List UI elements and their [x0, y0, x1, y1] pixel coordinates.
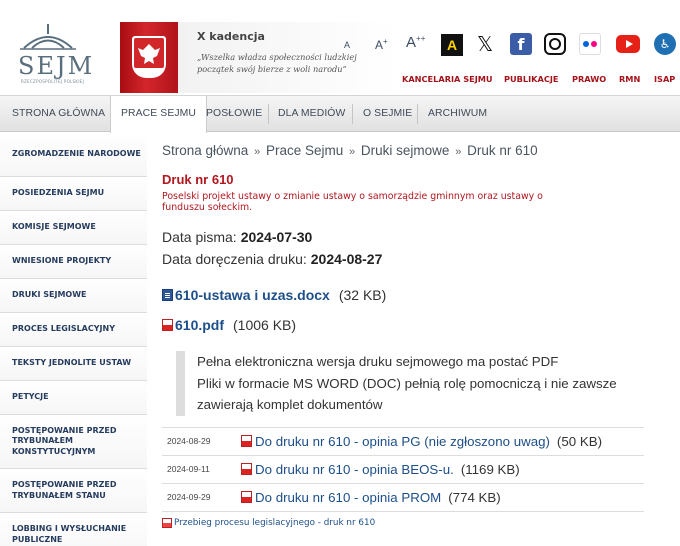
breadcrumb-separator: »	[455, 146, 462, 158]
top-link-kancelaria[interactable]: KANCELARIA SEJMU	[402, 74, 493, 84]
breadcrumb-druki-sejmowe[interactable]: Druki sejmowe	[361, 143, 450, 158]
font-size-large-button[interactable]: A+	[375, 37, 388, 52]
instagram-icon[interactable]	[544, 33, 566, 55]
sidebar-item-trybunal-konstytucyjny[interactable]: POSTĘPOWANIE PRZED TRYBUNAŁEM KONSTYTUCY…	[0, 415, 147, 469]
page-title: Druk nr 610	[162, 172, 234, 187]
sidebar-item-teksty-jednolite[interactable]: TEKSTY JEDNOLITE USTAW	[0, 347, 147, 381]
date-label: Data pisma:	[162, 229, 237, 245]
nav-poslowie[interactable]: POSŁOWIE	[206, 96, 262, 132]
top-link-isap[interactable]: ISAP	[654, 74, 675, 84]
sidebar-item-posiedzenia[interactable]: POSIEDZENIA SEJMU	[0, 177, 147, 211]
x-icon[interactable]: 𝕏	[474, 32, 496, 56]
accessibility-icon[interactable]: ♿	[654, 33, 676, 55]
flickr-icon[interactable]	[579, 33, 601, 55]
sidebar-item-zgromadzenie[interactable]: ZGROMADZENIE NARODOWE	[0, 133, 147, 177]
sidebar-item-petycje[interactable]: PETYCJE	[0, 381, 147, 415]
opinion-date: 2024-09-29	[167, 492, 211, 502]
delivery-label: Data doręczenia druku:	[162, 251, 307, 267]
youtube-icon[interactable]	[616, 35, 640, 53]
pdf-icon	[241, 463, 252, 475]
opinion-row: 2024-09-11 Do druku nr 610 - opinia BEOS…	[162, 456, 644, 484]
nav-prace-sejmu[interactable]: PRACE SEJMU	[110, 96, 208, 133]
process-link-label: Przebieg procesu legislacyjnego - druk n…	[174, 518, 376, 528]
logo-wordmark: SEJM	[18, 52, 95, 80]
sidebar: ZGROMADZENIE NARODOWE POSIEDZENIA SEJMU …	[0, 133, 147, 546]
opinion-date: 2024-08-29	[167, 436, 211, 446]
eagle-emblem-icon	[132, 36, 166, 78]
note-line: Pełna elektroniczna wersja druku sejmowe…	[197, 354, 559, 369]
breadcrumb-current: Druk nr 610	[467, 143, 538, 158]
opinion-link[interactable]: Do druku nr 610 - opinia PG (nie zgłoszo…	[255, 434, 602, 449]
font-size-normal-button[interactable]: A	[344, 40, 350, 50]
nav-strona-glowna[interactable]: STRONA GŁÓWNA	[12, 96, 105, 132]
breadcrumb: Strona główna » Prace Sejmu » Druki sejm…	[162, 143, 538, 158]
opinion-row: 2024-08-29 Do druku nr 610 - opinia PG (…	[162, 428, 644, 456]
opinion-size: (774 KB)	[448, 490, 501, 505]
nav-o-sejmie[interactable]: O SEJMIE	[363, 96, 412, 132]
pdf-icon	[162, 319, 173, 331]
top-link-prawo[interactable]: PRAWO	[572, 74, 606, 84]
pdf-icon	[241, 491, 252, 503]
format-note: Pełna elektroniczna wersja druku sejmowe…	[176, 351, 626, 416]
main-navigation: STRONA GŁÓWNA PRACE SEJMU POSŁOWIE DLA M…	[0, 95, 680, 133]
delivery-date: Data doręczenia druku: 2024-08-27	[162, 251, 382, 267]
nav-archiwum[interactable]: ARCHIWUM	[428, 96, 487, 132]
legislative-process-link[interactable]: Przebieg procesu legislacyjnego - druk n…	[162, 518, 375, 528]
date-value: 2024-07-30	[240, 229, 313, 245]
site-header: SEJM RZECZPOSPOLITEJ POLSKIEJ X kadencja…	[0, 0, 680, 93]
breadcrumb-separator: »	[254, 146, 261, 158]
sidebar-item-proces-legislacyjny[interactable]: PROCES LEGISLACYJNY	[0, 313, 147, 347]
sidebar-item-wniesione-projekty[interactable]: WNIESIONE PROJEKTY	[0, 245, 147, 279]
sidebar-item-komisje[interactable]: KOMISJE SEJMOWE	[0, 211, 147, 245]
breadcrumb-separator: »	[349, 146, 356, 158]
nav-separator	[268, 104, 269, 124]
term-label: X kadencja	[197, 30, 265, 43]
file-size: (32 KB)	[338, 287, 387, 303]
parliament-dome-icon	[20, 24, 76, 50]
file-item: 610.pdf (1006 KB)	[162, 317, 296, 333]
nav-separator	[417, 104, 418, 124]
sidebar-item-druki-sejmowe[interactable]: DRUKI SEJMOWE	[0, 279, 147, 313]
opinion-row: 2024-09-29 Do druku nr 610 - opinia PROM…	[162, 484, 644, 512]
polish-eagle-banner	[120, 22, 178, 93]
constitution-motto: „Wszelka władza społeczności ludzkiej po…	[197, 52, 357, 74]
file-pdf-link[interactable]: 610.pdf	[175, 317, 224, 333]
opinions-list: 2024-08-29 Do druku nr 610 - opinia PG (…	[162, 427, 644, 512]
nav-dla-mediow[interactable]: DLA MEDIÓW	[278, 96, 345, 132]
opinion-date: 2024-09-11	[167, 464, 210, 474]
note-line: Pliki w formacie MS WORD (DOC) pełnią ro…	[197, 375, 617, 413]
docx-icon	[162, 289, 173, 301]
font-size-xlarge-button[interactable]: A++	[406, 34, 425, 51]
breadcrumb-prace-sejmu[interactable]: Prace Sejmu	[266, 143, 343, 158]
breadcrumb-home[interactable]: Strona główna	[162, 143, 248, 158]
top-link-publikacje[interactable]: PUBLIKACJE	[504, 74, 558, 84]
delivery-value: 2024-08-27	[310, 251, 383, 267]
top-link-rmn[interactable]: RMN	[619, 74, 640, 84]
file-docx-link[interactable]: 610-ustawa i uzas.docx	[175, 287, 330, 303]
nav-separator	[352, 104, 353, 124]
sidebar-item-trybunal-stanu[interactable]: POSTĘPOWANIE PRZED TRYBUNAŁEM STANU	[0, 469, 147, 513]
document-description: Poselski projekt ustawy o zmianie ustawy…	[162, 191, 543, 214]
file-size: (1006 KB)	[233, 317, 297, 333]
document-date: Data pisma: 2024-07-30	[162, 229, 312, 245]
sidebar-item-lobbing[interactable]: LOBBING I WYSŁUCHANIE PUBLICZNE	[0, 513, 147, 546]
logo-subtitle: RZECZPOSPOLITEJ POLSKIEJ	[21, 79, 85, 84]
process-icon	[162, 518, 172, 528]
opinion-link[interactable]: Do druku nr 610 - opinia BEOS-u. (1169 KB…	[255, 462, 520, 477]
opinion-link[interactable]: Do druku nr 610 - opinia PROM (774 KB)	[255, 490, 501, 505]
opinion-size: (50 KB)	[556, 434, 603, 449]
opinion-size: (1169 KB)	[460, 462, 520, 477]
file-item: 610-ustawa i uzas.docx (32 KB)	[162, 287, 386, 303]
high-contrast-button[interactable]: A	[441, 34, 463, 56]
pdf-icon	[241, 435, 252, 447]
facebook-icon[interactable]: f	[510, 33, 532, 55]
main-content: Strona główna » Prace Sejmu » Druki sejm…	[162, 133, 672, 546]
sejm-logo[interactable]: SEJM RZECZPOSPOLITEJ POLSKIEJ	[10, 22, 102, 84]
